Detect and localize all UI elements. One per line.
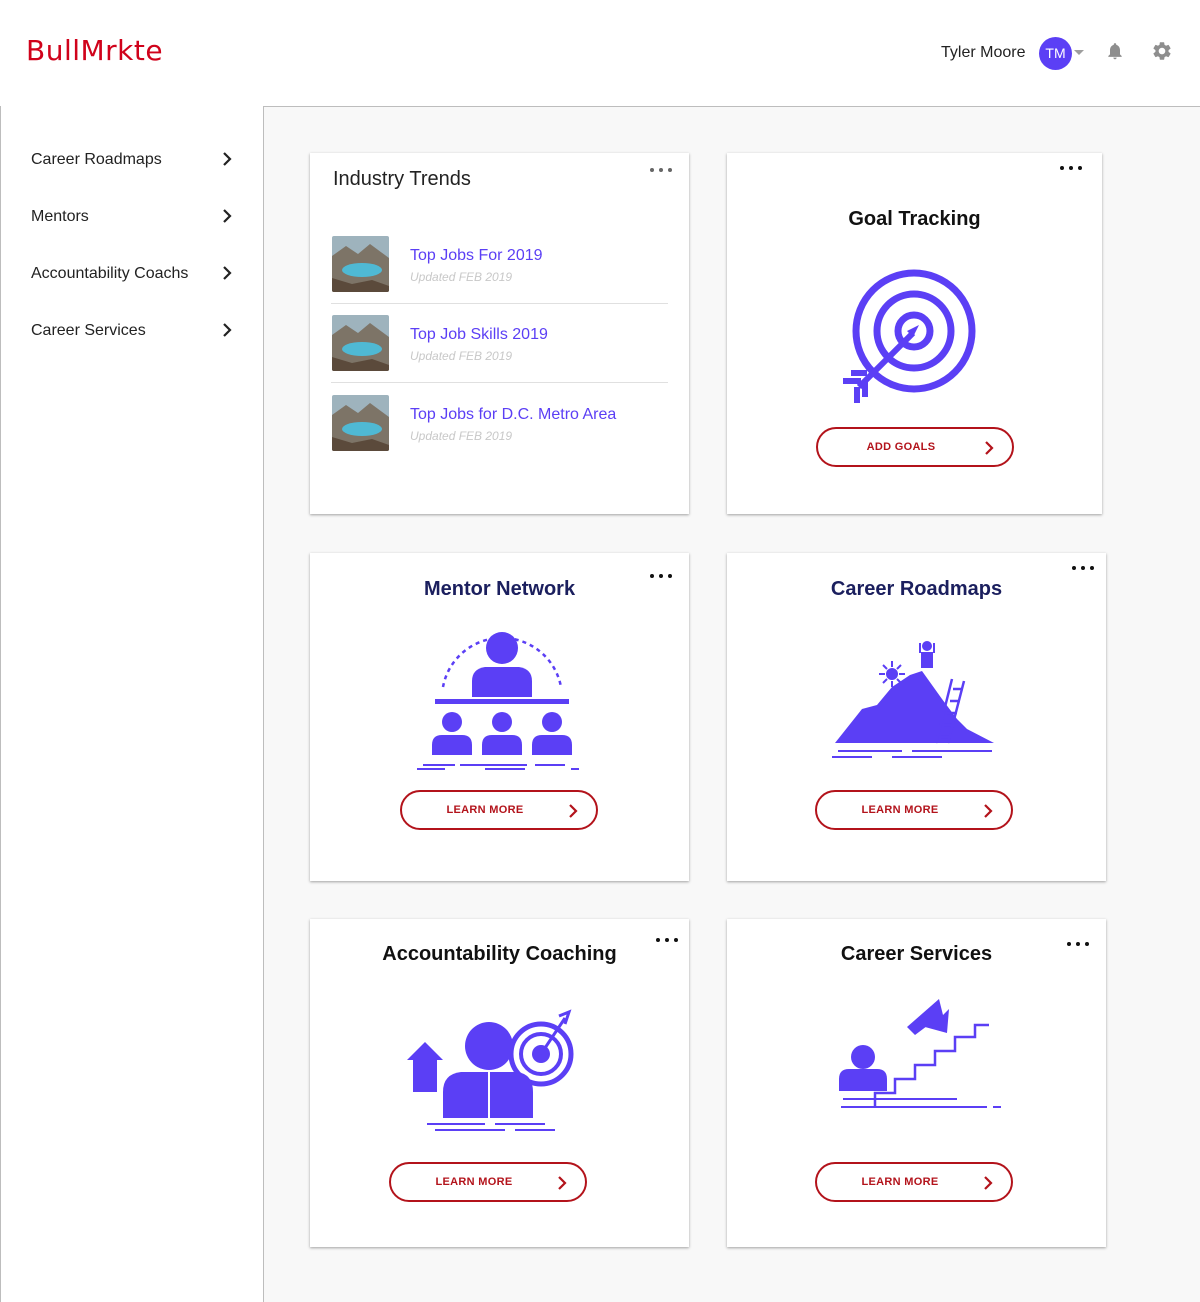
more-horizontal-icon[interactable]	[1067, 940, 1091, 948]
mentor-network-card: Mentor Network LEARN MORE	[310, 553, 689, 881]
goal-tracking-card: Goal Tracking ADD GOALS	[727, 153, 1102, 514]
industry-trends-card: Industry Trends Top Jobs For 2019 Update…	[310, 153, 689, 514]
coaching-learn-more-button[interactable]: LEARN MORE	[389, 1162, 587, 1202]
chevron-right-icon	[223, 152, 232, 166]
card-title: Career Services	[840, 943, 993, 965]
gear-icon[interactable]	[1151, 40, 1173, 62]
trend-title: Top Jobs For 2019	[410, 247, 543, 264]
chevron-right-icon	[569, 804, 578, 818]
sidebar-item-career-services[interactable]: Career Services	[31, 319, 241, 343]
sidebar-item-accountability-coachs[interactable]: Accountability Coachs	[31, 262, 241, 286]
more-horizontal-icon[interactable]	[650, 166, 674, 174]
chevron-right-icon	[984, 804, 993, 818]
sidebar-item-label: Accountability Coachs	[31, 265, 189, 282]
coach-target-icon	[407, 1009, 574, 1131]
sidebar-item-label: Career Roadmaps	[31, 151, 162, 168]
trend-updated: Updated FEB 2019	[410, 270, 513, 284]
mountain-ladder-icon	[832, 641, 994, 758]
thumbnail-image	[332, 395, 389, 451]
more-horizontal-icon[interactable]	[1060, 164, 1084, 172]
card-title: Mentor Network	[423, 578, 576, 600]
trend-item[interactable]: Top Job Skills 2019 Updated FEB 2019	[332, 315, 668, 395]
divider	[331, 382, 668, 383]
thumbnail-image	[332, 315, 389, 371]
chevron-right-icon	[558, 1176, 567, 1190]
services-learn-more-button[interactable]: LEARN MORE	[815, 1162, 1013, 1202]
card-title: Industry Trends	[333, 168, 471, 190]
sidebar-item-mentors[interactable]: Mentors	[31, 205, 241, 229]
caret-down-icon[interactable]	[1074, 50, 1084, 55]
chevron-right-icon	[223, 266, 232, 280]
chevron-right-icon	[984, 1176, 993, 1190]
chevron-right-icon	[223, 323, 232, 337]
avatar[interactable]: TM	[1039, 37, 1072, 70]
trend-item[interactable]: Top Jobs For 2019 Updated FEB 2019	[332, 236, 668, 316]
roadmaps-learn-more-button[interactable]: LEARN MORE	[815, 790, 1013, 830]
trend-title: Top Jobs for D.C. Metro Area	[410, 406, 617, 423]
chevron-right-icon	[223, 209, 232, 223]
sidebar-item-career-roadmaps[interactable]: Career Roadmaps	[31, 148, 241, 172]
app-header: BullMrkte Tyler Moore TM	[0, 0, 1200, 107]
more-horizontal-icon[interactable]	[650, 572, 674, 580]
more-horizontal-icon[interactable]	[656, 936, 680, 944]
sidebar-item-label: Career Services	[31, 322, 146, 339]
divider	[331, 303, 668, 304]
career-services-card: Career Services LEARN MORE	[727, 919, 1106, 1247]
target-icon	[843, 269, 976, 403]
card-title: Accountability Coaching	[382, 943, 617, 965]
stairs-arrow-icon	[839, 999, 1001, 1108]
trend-title: Top Job Skills 2019	[410, 326, 548, 343]
trend-item[interactable]: Top Jobs for D.C. Metro Area Updated FEB…	[332, 395, 668, 475]
sidebar-item-label: Mentors	[31, 208, 89, 225]
app-logo[interactable]: BullMrkte	[26, 24, 198, 68]
card-title: Goal Tracking	[848, 208, 981, 230]
user-name[interactable]: Tyler Moore	[941, 44, 1025, 62]
mentor-group-icon	[417, 632, 579, 770]
svg-text:BullMrkte: BullMrkte	[26, 34, 163, 67]
trend-updated: Updated FEB 2019	[410, 349, 513, 363]
career-roadmaps-card: Career Roadmaps LEARN MORE	[727, 553, 1106, 881]
card-title: Career Roadmaps	[830, 578, 1003, 600]
more-horizontal-icon[interactable]	[1072, 564, 1096, 572]
add-goals-button[interactable]: ADD GOALS	[816, 427, 1014, 467]
thumbnail-image	[332, 236, 389, 292]
accountability-coaching-card: Accountability Coaching LEARN MORE	[310, 919, 689, 1247]
chevron-right-icon	[985, 441, 994, 455]
sidebar: Career Roadmaps Mentors Accountability C…	[0, 106, 264, 1302]
mentor-learn-more-button[interactable]: LEARN MORE	[400, 790, 598, 830]
bell-icon[interactable]	[1105, 41, 1125, 61]
trend-updated: Updated FEB 2019	[410, 429, 513, 443]
